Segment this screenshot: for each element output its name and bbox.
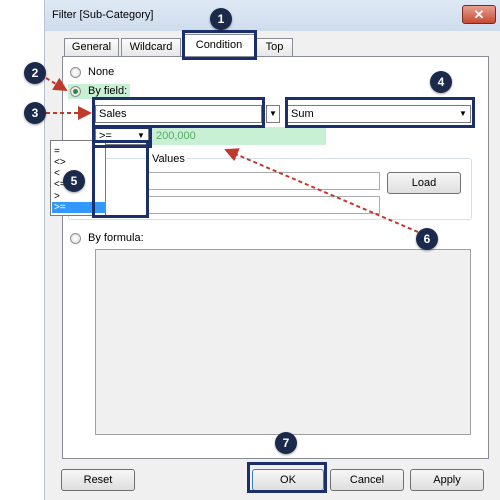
cancel-label: Cancel bbox=[349, 474, 385, 486]
threshold-input[interactable]: 200,000 bbox=[152, 127, 326, 145]
callout-2: 2 bbox=[24, 62, 46, 84]
cancel-button[interactable]: Cancel bbox=[330, 469, 404, 491]
load-button[interactable]: Load bbox=[387, 172, 461, 194]
reset-label: Reset bbox=[83, 474, 113, 486]
tab-label: Top bbox=[265, 41, 284, 53]
highlight-field-select bbox=[92, 97, 265, 128]
by-formula-radio[interactable] bbox=[70, 233, 81, 244]
highlight-ok-button bbox=[247, 462, 327, 493]
callout-5: 5 bbox=[63, 170, 85, 192]
by-field-label: By field: bbox=[88, 85, 128, 97]
callout-1: 1 bbox=[210, 8, 232, 30]
title-bar: Filter [Sub-Category] ✕ bbox=[45, 0, 500, 31]
close-icon: ✕ bbox=[473, 7, 485, 22]
by-field-radio[interactable] bbox=[70, 86, 81, 97]
by-formula-label: By formula: bbox=[88, 232, 144, 244]
close-button[interactable]: ✕ bbox=[462, 5, 496, 24]
highlight-condition-tab bbox=[182, 30, 257, 60]
tab-general[interactable]: General bbox=[64, 38, 119, 56]
callout-6: 6 bbox=[416, 228, 438, 250]
callout-4: 4 bbox=[430, 71, 452, 93]
callout-7: 7 bbox=[275, 432, 297, 454]
threshold-value: 200,000 bbox=[156, 130, 196, 142]
field-dropdown-button[interactable]: ▼ bbox=[266, 105, 280, 123]
range-max-input[interactable] bbox=[148, 196, 380, 214]
reset-button[interactable]: Reset bbox=[61, 469, 135, 491]
tab-wildcard[interactable]: Wildcard bbox=[121, 38, 181, 56]
apply-label: Apply bbox=[433, 474, 461, 486]
tab-top[interactable]: Top bbox=[256, 38, 293, 56]
range-group-label: Values bbox=[150, 153, 187, 165]
range-min-input[interactable] bbox=[148, 172, 380, 190]
load-label: Load bbox=[411, 177, 437, 189]
chevron-down-icon: ▼ bbox=[269, 109, 277, 118]
apply-button[interactable]: Apply bbox=[410, 469, 484, 491]
none-label: None bbox=[88, 66, 115, 78]
highlight-aggregation-select bbox=[285, 97, 475, 128]
window-title: Filter [Sub-Category] bbox=[52, 9, 154, 21]
none-radio[interactable] bbox=[70, 67, 81, 78]
tab-label: Wildcard bbox=[129, 41, 173, 53]
formula-editor[interactable] bbox=[95, 249, 471, 435]
highlight-operator-list bbox=[92, 140, 149, 218]
callout-3: 3 bbox=[24, 102, 46, 124]
tab-label: General bbox=[71, 41, 112, 53]
